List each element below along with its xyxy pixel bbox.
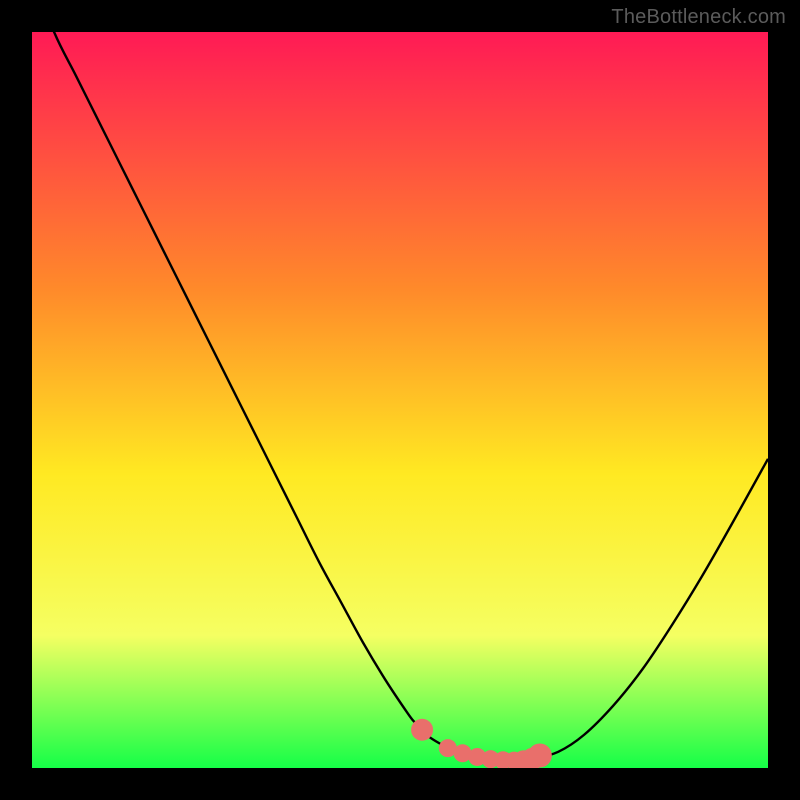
watermark-text: TheBottleneck.com xyxy=(611,6,786,29)
optimal-marker xyxy=(411,719,433,741)
chart-svg xyxy=(0,0,800,800)
optimal-marker xyxy=(528,743,552,767)
bottleneck-chart: TheBottleneck.com xyxy=(0,0,800,800)
plot-area xyxy=(32,32,768,768)
